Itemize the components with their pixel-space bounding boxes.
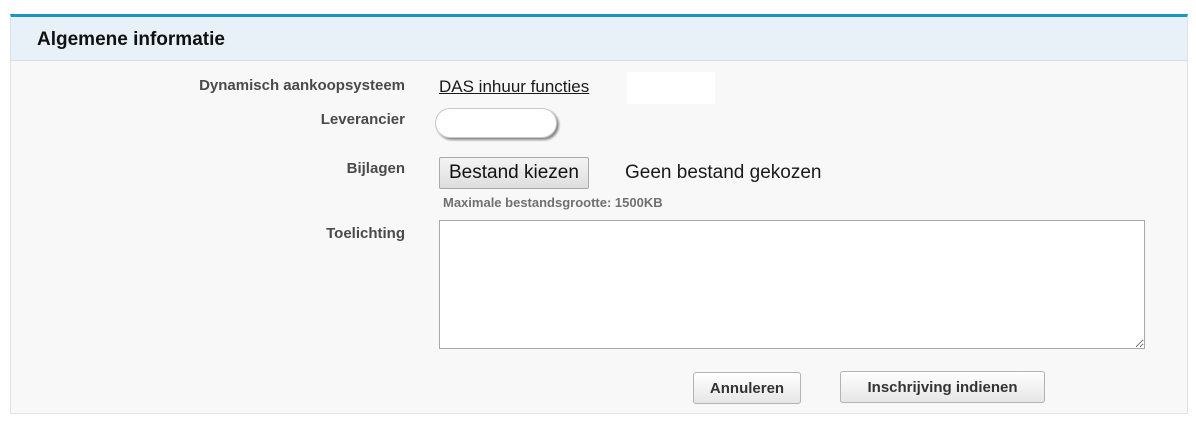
das-label: Dynamisch aankoopsysteem — [199, 77, 405, 94]
submit-registration-button[interactable]: Inschrijving indienen — [840, 371, 1045, 403]
choose-file-button[interactable]: Bestand kiezen — [439, 157, 589, 189]
remarks-textarea[interactable] — [439, 220, 1145, 349]
panel-title: Algemene informatie — [37, 29, 225, 50]
cancel-button[interactable]: Annuleren — [693, 372, 801, 404]
general-info-panel: Algemene informatie Dynamisch aankoopsys… — [10, 14, 1188, 414]
file-status: Geen bestand gekozen — [625, 162, 822, 183]
remarks-label: Toelichting — [326, 225, 405, 242]
panel-header: Algemene informatie — [11, 17, 1187, 61]
das-blank-area — [627, 72, 715, 104]
file-size-hint: Maximale bestandsgrootte: 1500KB — [443, 195, 663, 210]
supplier-field[interactable] — [435, 108, 557, 138]
das-link[interactable]: DAS inhuur functies — [439, 77, 589, 97]
attachments-label: Bijlagen — [346, 160, 405, 177]
supplier-label: Leverancier — [320, 111, 405, 128]
